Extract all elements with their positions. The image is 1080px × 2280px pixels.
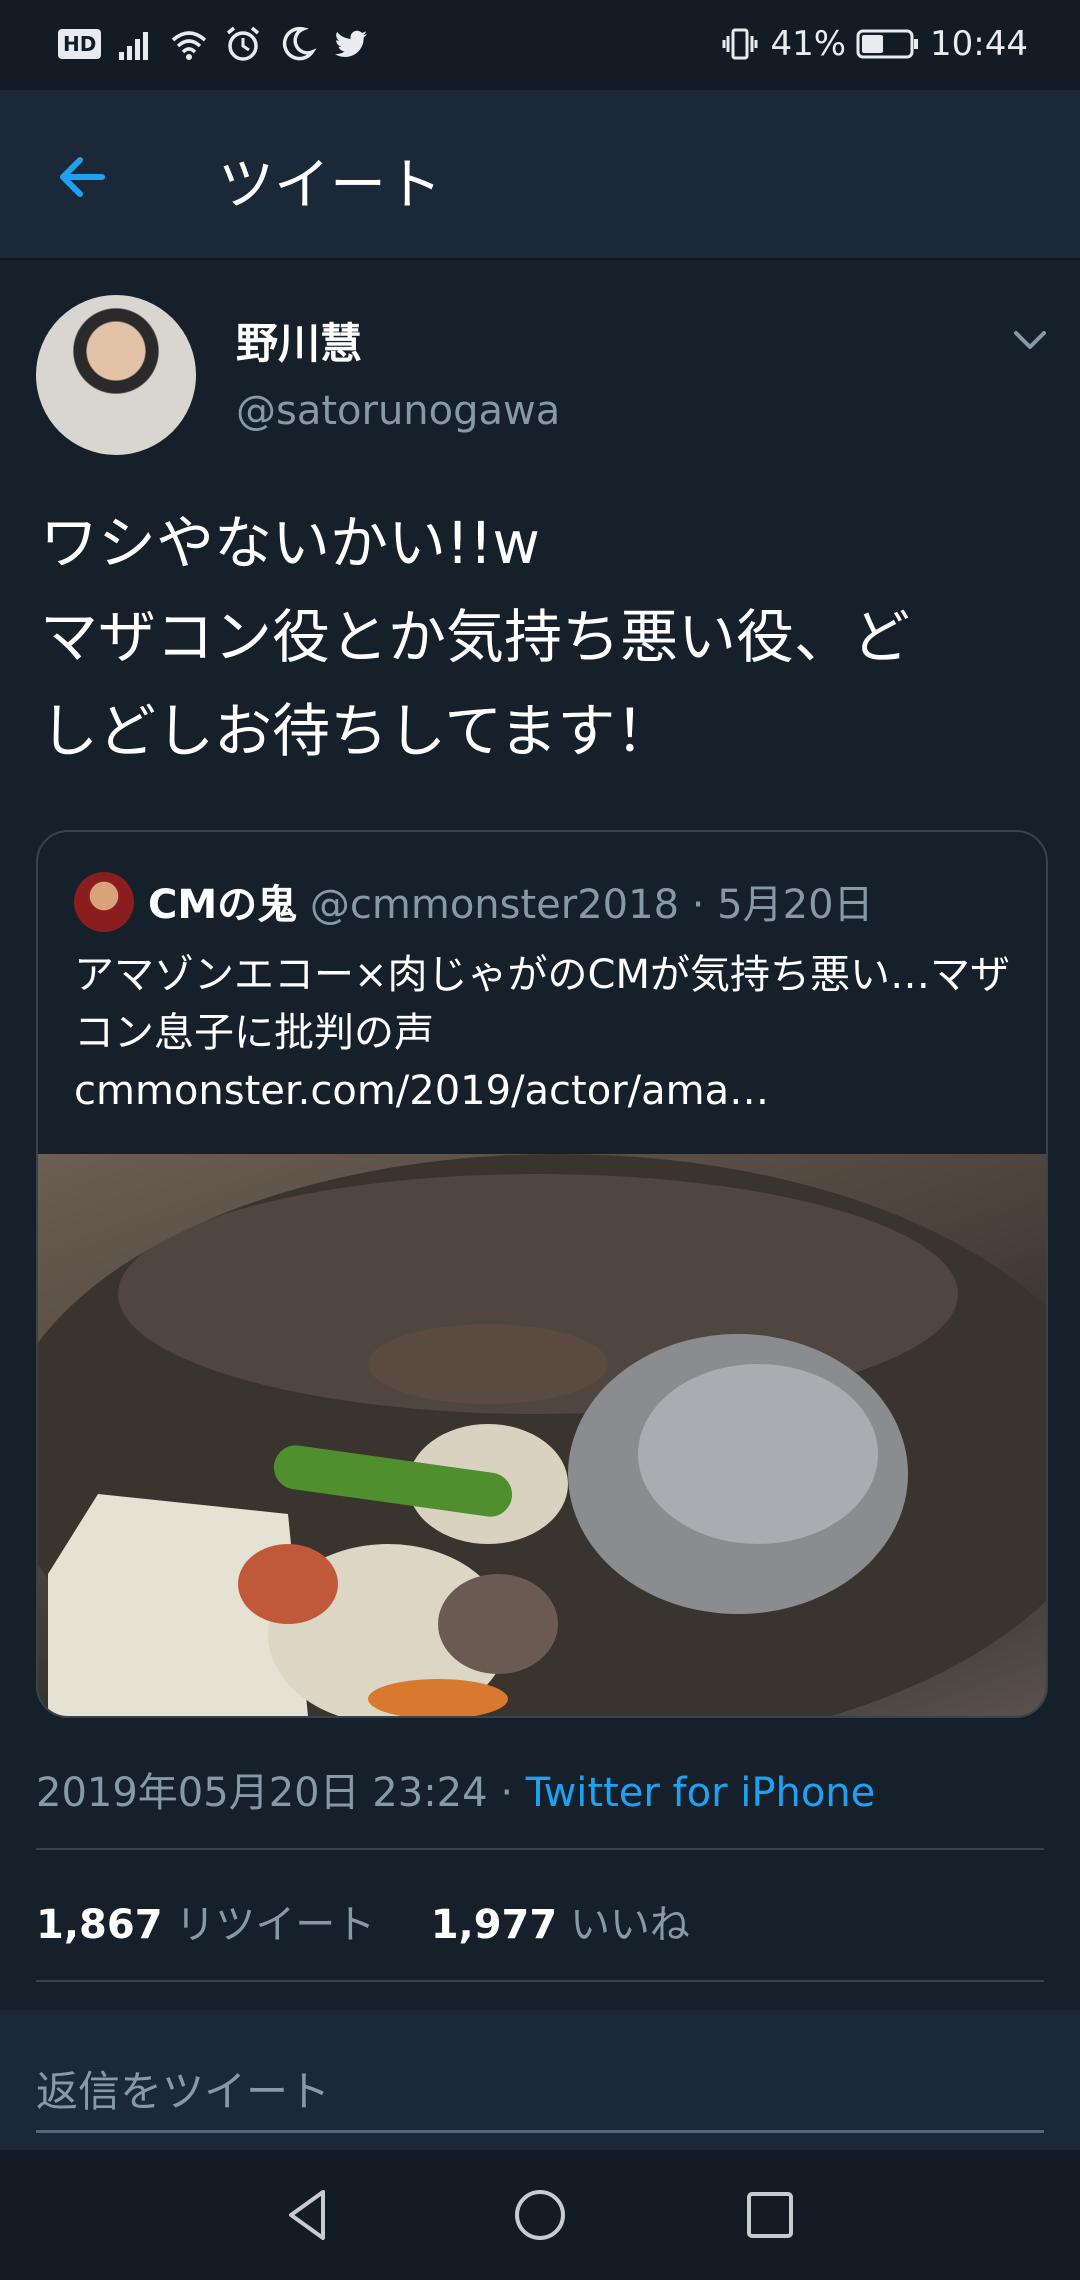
chevron-down-icon[interactable] (1008, 318, 1052, 362)
divider (36, 1980, 1044, 1982)
retweets-label[interactable]: リツイート (175, 1902, 375, 1948)
likes-label[interactable]: いいね (570, 1902, 690, 1948)
timestamp-text: 2019年05月20日 23:24 (36, 1770, 488, 1816)
tweet-timestamp: 2019年05月20日 23:24 · Twitter for iPhone (36, 1760, 875, 1818)
divider (36, 1848, 1044, 1850)
nav-recents-icon[interactable] (735, 2180, 805, 2250)
source-separator: · (500, 1770, 514, 1816)
alarm-icon (227, 26, 260, 61)
reply-input[interactable]: 返信をツイート (36, 2058, 330, 2119)
quoted-name: CMの鬼 (148, 882, 298, 928)
reply-bar: 返信をツイート (0, 2010, 1080, 2150)
author-display-name[interactable]: 野川慧 (236, 310, 362, 371)
reply-underline (36, 2130, 1044, 2133)
quoted-date: 5月20日 (717, 882, 874, 928)
app-bar: ツイート (0, 90, 1080, 260)
quoted-header: CMの鬼 @cmmonster2018 · 5月20日 (148, 872, 874, 930)
status-left: HD (58, 24, 371, 64)
signal-icon (119, 32, 149, 60)
nav-home-icon[interactable] (505, 2180, 575, 2250)
source-link[interactable]: Twitter for iPhone (526, 1770, 876, 1816)
retweets-count[interactable]: 1,867 (36, 1902, 163, 1948)
battery-percent: 41% (770, 24, 847, 64)
moon-icon (283, 26, 317, 61)
quoted-image[interactable] (38, 1154, 1046, 1716)
author-handle[interactable]: @satorunogawa (236, 388, 560, 434)
nikujaga-photo (38, 1154, 1046, 1716)
hd-badge: HD (58, 29, 102, 59)
quoted-handle: @cmmonster2018 (309, 882, 680, 928)
status-bar: HD 41% 10:44 (0, 0, 1080, 90)
twitter-bird-icon (335, 30, 368, 57)
avatar[interactable] (36, 295, 196, 455)
quoted-text: アマゾンエコー×肉じゃがのCMが気持ち悪い…マザコン息子に批判の声 cmmons… (74, 952, 1010, 1114)
nav-back-icon[interactable] (273, 2180, 343, 2250)
quoted-avatar (74, 872, 134, 932)
system-nav-bar (0, 2150, 1080, 2280)
back-arrow-icon[interactable] (50, 142, 120, 212)
tweet-stats: 1,867 リツイート 1,977 いいね (36, 1892, 690, 1950)
status-right: 41% 10:44 (720, 24, 1028, 64)
likes-count[interactable]: 1,977 (431, 1902, 558, 1948)
quoted-tweet-card[interactable]: CMの鬼 @cmmonster2018 · 5月20日 アマゾンエコー×肉じゃが… (36, 830, 1048, 1718)
battery-icon (856, 29, 919, 59)
tweet-text: ワシやないかい!!w マザコン役とか気持ち悪い役、ど しどしお待ちしてます！ (40, 509, 911, 765)
wifi-icon (172, 31, 207, 60)
page-title: ツイート (218, 153, 442, 218)
quoted-separator: · (691, 882, 705, 928)
vibrate-icon (722, 28, 758, 60)
clock: 10:44 (930, 24, 1028, 64)
